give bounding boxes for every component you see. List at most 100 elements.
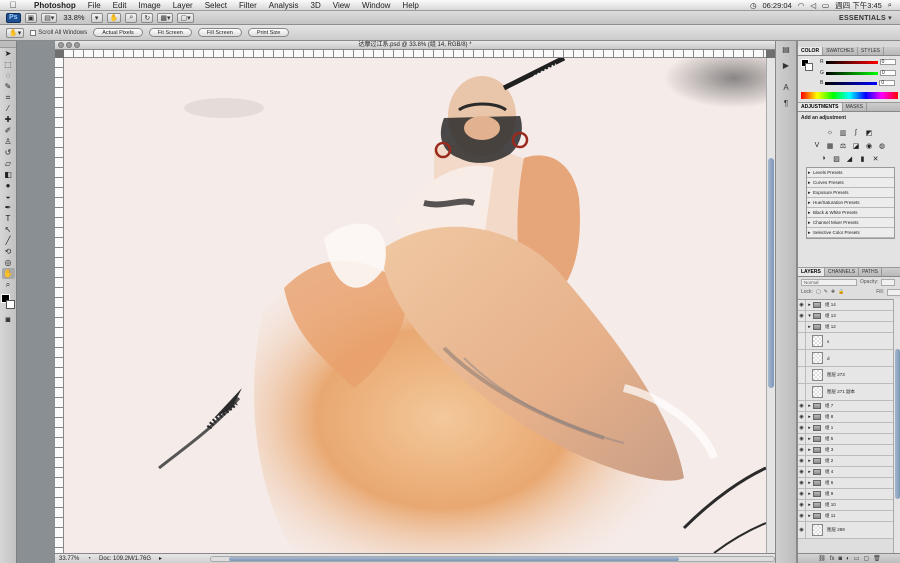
layer-visibility-eye-icon[interactable]: ◉ bbox=[798, 445, 806, 455]
document-tab[interactable]: 达摩过江系.psd @ 33.8% (组 14, RGB/8) * bbox=[55, 41, 775, 50]
tab-color[interactable]: COLOR bbox=[798, 47, 824, 55]
horizontal-ruler[interactable] bbox=[64, 50, 766, 58]
red-value-input[interactable]: 0 bbox=[879, 59, 896, 65]
layer-visibility-eye-icon[interactable]: ◉ bbox=[798, 511, 806, 521]
menu-edit[interactable]: Edit bbox=[107, 0, 133, 11]
layer-row[interactable]: ◉ ▸ 组 9 bbox=[798, 489, 893, 500]
hand-tool-icon[interactable]: ✋ bbox=[106, 12, 122, 23]
vertical-scrollbar[interactable] bbox=[766, 58, 775, 553]
layer-row[interactable]: s bbox=[798, 333, 893, 350]
background-color-swatch[interactable] bbox=[5, 300, 15, 309]
image-canvas[interactable] bbox=[64, 58, 766, 553]
tab-adjustments[interactable]: ADJUSTMENTS bbox=[798, 103, 843, 111]
zoom-level-field[interactable]: 33.8% bbox=[61, 13, 86, 22]
apple-icon[interactable]:  bbox=[6, 0, 20, 10]
posterize-icon[interactable]: ▨ bbox=[832, 154, 842, 163]
layer-row[interactable]: ◉ ▸ 组 14 bbox=[798, 300, 893, 311]
vertical-scroll-thumb[interactable] bbox=[768, 158, 774, 388]
zoom-window-button[interactable] bbox=[74, 42, 80, 48]
layer-visibility-eye-icon[interactable]: ◉ bbox=[798, 456, 806, 466]
group-collapsed-arrow-icon[interactable]: ▸ bbox=[806, 302, 813, 308]
layer-visibility-eye-icon[interactable]: ◉ bbox=[798, 300, 806, 310]
layer-row[interactable]: ◉ ▸ 组 7 bbox=[798, 401, 893, 412]
move-tool-icon[interactable]: ➤ bbox=[2, 48, 15, 59]
view-extras-icon[interactable]: ▤▾ bbox=[41, 12, 58, 23]
preset-hue-saturation[interactable]: Hue/Saturation Presets bbox=[807, 198, 894, 208]
screen-mode-icon[interactable]: ▢▾ bbox=[177, 12, 194, 23]
group-collapsed-arrow-icon[interactable]: ▸ bbox=[806, 447, 813, 453]
brightness-contrast-icon[interactable]: ☼ bbox=[825, 128, 835, 137]
group-collapsed-arrow-icon[interactable]: ▸ bbox=[806, 480, 813, 486]
new-layer-icon[interactable]: ▢ bbox=[863, 555, 869, 562]
history-brush-tool-icon[interactable]: ↺ bbox=[2, 147, 15, 158]
time-machine-icon[interactable]: ◷ bbox=[750, 1, 757, 10]
opacity-input[interactable] bbox=[881, 278, 896, 286]
layer-visibility-eye-icon[interactable]: ◉ bbox=[798, 423, 806, 433]
actual-pixels-button[interactable]: Actual Pixels bbox=[93, 28, 143, 37]
preset-channel-mixer[interactable]: Channel Mixer Presets bbox=[807, 218, 894, 228]
layer-visibility-eye-icon[interactable]: ◉ bbox=[798, 500, 806, 510]
crop-tool-icon[interactable]: ⌗ bbox=[2, 92, 15, 103]
layer-visibility-eye-icon[interactable]: ◉ bbox=[798, 412, 806, 422]
layer-visibility-eye-icon[interactable]: ◉ bbox=[798, 311, 806, 321]
layer-visibility-eye-icon[interactable]: ◉ bbox=[798, 489, 806, 499]
tool-preset-icon[interactable]: ✋▾ bbox=[6, 27, 25, 38]
layer-visibility-eye-icon[interactable]: ◉ bbox=[798, 434, 806, 444]
history-panel-icon[interactable]: ▤ bbox=[779, 45, 793, 57]
selective-color-icon[interactable]: ✕ bbox=[871, 154, 881, 163]
layers-scrollbar[interactable] bbox=[893, 299, 900, 553]
layer-row[interactable]: 图层 271 副本 bbox=[798, 384, 893, 401]
blur-tool-icon[interactable]: ● bbox=[2, 180, 15, 191]
status-zoom-field[interactable]: 33.77% bbox=[59, 556, 79, 562]
layer-row[interactable]: ◉ ▸ 组 3 bbox=[798, 445, 893, 456]
shape-tool-icon[interactable]: ╱ bbox=[2, 235, 15, 246]
menu-3d[interactable]: 3D bbox=[305, 0, 327, 11]
brush-tool-icon[interactable]: ✐ bbox=[2, 125, 15, 136]
lasso-tool-icon[interactable]: ◌ bbox=[2, 70, 15, 81]
fill-screen-button[interactable]: Fill Screen bbox=[197, 28, 242, 37]
tab-layers[interactable]: LAYERS bbox=[798, 268, 825, 276]
checkbox-box[interactable] bbox=[30, 29, 37, 36]
hand-tool-icon[interactable]: ✋ bbox=[1, 268, 15, 279]
layer-row[interactable]: ▸ 组 12 bbox=[798, 322, 893, 333]
group-collapsed-arrow-icon[interactable]: ▸ bbox=[806, 513, 813, 519]
layer-visibility-eye-icon[interactable]: ◉ bbox=[798, 522, 806, 538]
status-menu-arrow-icon[interactable]: ▸ bbox=[159, 555, 162, 562]
menu-filter[interactable]: Filter bbox=[233, 0, 263, 11]
green-slider[interactable] bbox=[825, 71, 878, 75]
horizontal-scroll-thumb[interactable] bbox=[229, 556, 680, 561]
link-layers-icon[interactable]: ⛓ bbox=[818, 555, 826, 562]
layer-thumbnail[interactable] bbox=[812, 352, 823, 364]
gradient-map-icon[interactable]: ▮ bbox=[858, 154, 868, 163]
fill-input[interactable] bbox=[887, 288, 900, 296]
color-panel-swatches[interactable] bbox=[801, 59, 813, 71]
type-tool-icon[interactable]: T bbox=[2, 213, 15, 224]
group-collapsed-arrow-icon[interactable]: ▸ bbox=[806, 469, 813, 475]
menu-image[interactable]: Image bbox=[132, 0, 166, 11]
group-collapsed-arrow-icon[interactable]: ▸ bbox=[806, 436, 813, 442]
group-collapsed-arrow-icon[interactable]: ▸ bbox=[806, 491, 813, 497]
new-group-icon[interactable]: ▭ bbox=[854, 555, 860, 562]
layer-row[interactable]: ◉ ▸ 组 8 bbox=[798, 412, 893, 423]
blend-mode-select[interactable]: Normal bbox=[801, 278, 857, 286]
new-adjustment-layer-icon[interactable]: ◐ bbox=[846, 556, 850, 562]
group-collapsed-arrow-icon[interactable]: ▸ bbox=[806, 414, 813, 420]
3d-rotate-tool-icon[interactable]: ⟲ bbox=[2, 246, 15, 257]
layer-row[interactable]: ◉ ▸ 组 1 bbox=[798, 423, 893, 434]
menu-help[interactable]: Help bbox=[396, 0, 424, 11]
tab-paths[interactable]: PATHS bbox=[859, 268, 882, 276]
group-collapsed-arrow-icon[interactable]: ▸ bbox=[806, 458, 813, 464]
lock-position-icon[interactable]: ✚ bbox=[831, 289, 835, 295]
layers-scroll-thumb[interactable] bbox=[895, 349, 900, 499]
gradient-tool-icon[interactable]: ◧ bbox=[2, 169, 15, 180]
red-slider[interactable] bbox=[825, 60, 878, 64]
quick-selection-tool-icon[interactable]: ✎ bbox=[2, 81, 15, 92]
layer-row[interactable]: ◉ ▸ 组 11 bbox=[798, 511, 893, 522]
bridge-icon[interactable]: ▣ bbox=[24, 12, 38, 23]
pen-tool-icon[interactable]: ✒ bbox=[2, 202, 15, 213]
quick-mask-icon[interactable]: ◙ bbox=[2, 314, 15, 325]
layer-row[interactable]: ◉ ▸ 组 6 bbox=[798, 478, 893, 489]
layer-row[interactable]: 图层 273 bbox=[798, 367, 893, 384]
arrange-documents-icon[interactable]: ▦▾ bbox=[157, 12, 174, 23]
layer-thumbnail[interactable] bbox=[812, 524, 823, 536]
